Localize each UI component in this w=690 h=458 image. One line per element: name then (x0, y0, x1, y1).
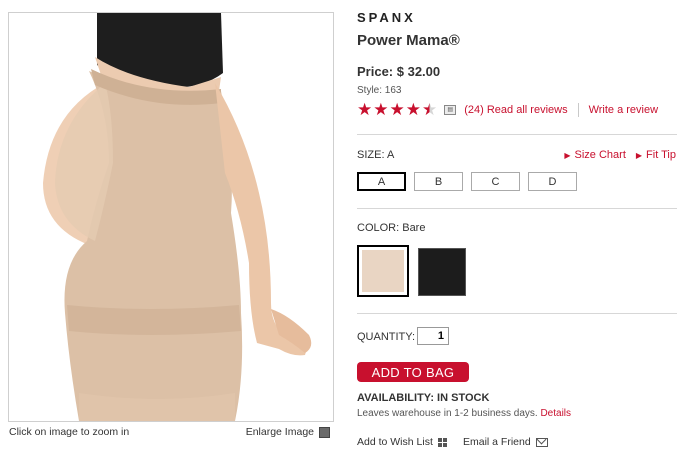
email-friend-link[interactable]: Email a Friend (463, 436, 548, 448)
quantity-label: QUANTITY: (357, 331, 416, 343)
envelope-icon (535, 437, 548, 447)
write-review-link[interactable]: Write a review (589, 104, 658, 116)
product-title: Power Mama® (357, 32, 460, 49)
brand-name: SPANX (357, 10, 416, 25)
fit-tip-link[interactable]: ▶ Fit Tip (636, 149, 676, 161)
size-chart-link[interactable]: ▶ Size Chart (564, 149, 626, 161)
swatch-fill (362, 250, 404, 292)
size-links: ▶ Size Chart ▶ Fit Tip (564, 149, 676, 161)
product-image[interactable] (8, 12, 334, 422)
wishlist-label: Add to Wish List (357, 436, 433, 448)
divider (357, 313, 677, 314)
color-label: COLOR: Bare (357, 222, 426, 234)
color-swatch-black[interactable] (418, 248, 466, 296)
star-icon: ★ (373, 100, 389, 119)
size-label: SIZE: A (357, 149, 395, 161)
size-options: A B C D (357, 172, 577, 191)
product-price: Price: $ 32.00 (357, 64, 441, 79)
divider (357, 134, 677, 135)
email-label: Email a Friend (463, 436, 531, 448)
wishlist-icon (437, 437, 447, 447)
enlarge-image-link[interactable]: Enlarge Image (246, 426, 330, 438)
star-icon: ★ (405, 100, 421, 119)
divider (577, 102, 579, 117)
color-swatch-bare[interactable] (357, 245, 409, 297)
size-option-d[interactable]: D (528, 172, 577, 191)
zoom-hint: Click on image to zoom in (9, 426, 130, 438)
availability-status: AVAILABILITY: IN STOCK (357, 392, 490, 404)
size-option-c[interactable]: C (471, 172, 520, 191)
shipping-text: Leaves warehouse in 1-2 business days. (357, 408, 538, 419)
shipping-details-link[interactable]: Details (540, 408, 571, 419)
quantity-input[interactable] (417, 327, 449, 345)
add-to-wishlist-link[interactable]: Add to Wish List (357, 436, 447, 448)
star-icon: ★ (389, 100, 405, 119)
add-to-bag-button[interactable]: ADD TO BAG (357, 362, 469, 382)
star-icon: ★ (357, 100, 373, 119)
divider (357, 208, 677, 209)
rating-row: ★ ★ ★ ★ ★ ▤ (24) Read all reviews Write … (357, 101, 658, 118)
product-photo-illustration (9, 13, 333, 421)
enlarge-image-label: Enlarge Image (245, 426, 314, 438)
size-option-b[interactable]: B (414, 172, 463, 191)
style-number: Style: 163 (357, 85, 402, 96)
triangle-right-icon: ▶ (635, 151, 643, 160)
half-star-icon: ★ (422, 100, 438, 119)
size-option-a[interactable]: A (357, 172, 406, 191)
triangle-right-icon: ▶ (564, 151, 571, 160)
shipping-info: Leaves warehouse in 1-2 business days. D… (357, 408, 571, 419)
reviews-icon: ▤ (444, 104, 457, 115)
enlarge-icon (319, 426, 330, 438)
read-reviews-link[interactable]: (24) Read all reviews (464, 104, 567, 116)
